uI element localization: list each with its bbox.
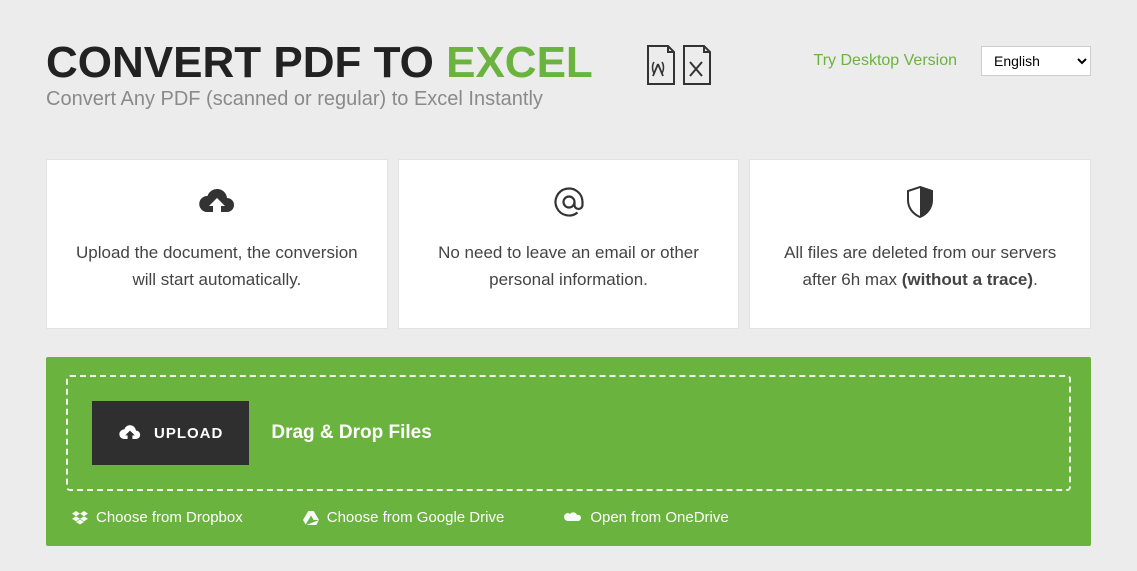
onedrive-icon <box>564 512 582 524</box>
feature-no-email: No need to leave an email or other perso… <box>398 159 740 329</box>
upload-button-label: UPLOAD <box>154 425 223 442</box>
feature-text: Upload the document, the conversion will… <box>73 240 361 293</box>
dropbox-link[interactable]: Choose from Dropbox <box>72 509 243 526</box>
cloud-upload-icon <box>118 423 142 443</box>
title-part2: EXCEL <box>446 38 593 87</box>
cloud-upload-icon <box>73 182 361 222</box>
title-part1: CONVERT PDF TO <box>46 38 446 87</box>
drop-zone[interactable]: UPLOAD Drag & Drop Files <box>66 375 1071 491</box>
feature-text: No need to leave an email or other perso… <box>425 240 713 293</box>
google-drive-label: Choose from Google Drive <box>327 509 505 526</box>
drag-drop-label: Drag & Drop Files <box>271 422 431 444</box>
feature-text: All files are deleted from our servers a… <box>776 240 1064 293</box>
feature-upload: Upload the document, the conversion will… <box>46 159 388 329</box>
dropbox-label: Choose from Dropbox <box>96 509 243 526</box>
google-drive-icon <box>303 511 319 525</box>
page-subtitle: Convert Any PDF (scanned or regular) to … <box>46 88 644 111</box>
feature-privacy: All files are deleted from our servers a… <box>749 159 1091 329</box>
try-desktop-link[interactable]: Try Desktop Version <box>814 52 957 70</box>
onedrive-link[interactable]: Open from OneDrive <box>564 509 728 526</box>
at-sign-icon <box>425 182 713 222</box>
upload-panel: UPLOAD Drag & Drop Files Choose from Dro… <box>46 357 1091 546</box>
dropbox-icon <box>72 511 88 525</box>
language-select[interactable]: English <box>981 46 1091 76</box>
shield-icon <box>776 182 1064 222</box>
page-title: CONVERT PDF TO EXCEL <box>46 40 644 86</box>
upload-button[interactable]: UPLOAD <box>92 401 249 465</box>
format-icons <box>644 44 714 88</box>
onedrive-label: Open from OneDrive <box>590 509 728 526</box>
google-drive-link[interactable]: Choose from Google Drive <box>303 509 505 526</box>
